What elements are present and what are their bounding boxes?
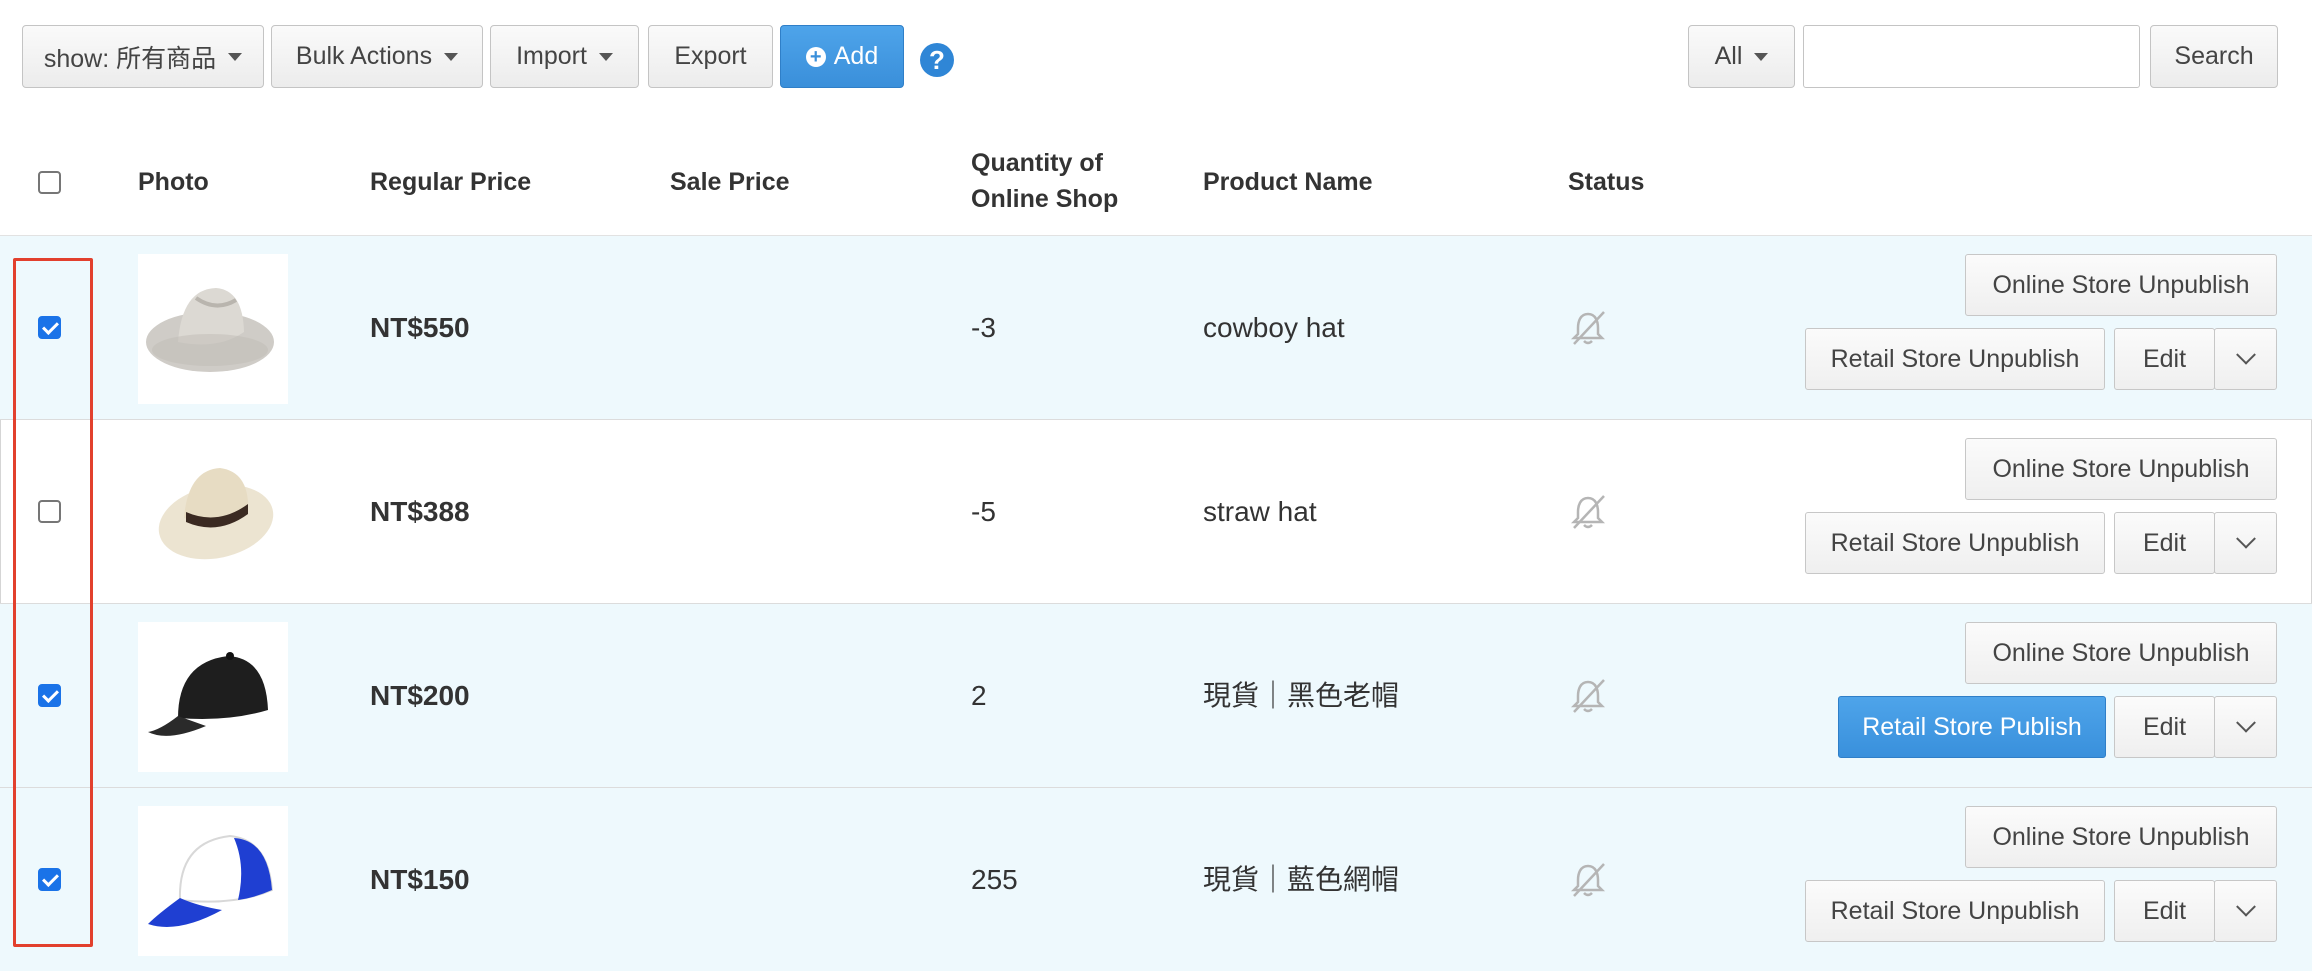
edit-button[interactable]: Edit bbox=[2114, 328, 2215, 390]
show-filter-dropdown[interactable]: show: 所有商品 bbox=[22, 25, 264, 88]
edit-button[interactable]: Edit bbox=[2114, 512, 2215, 574]
edit-options-dropdown[interactable] bbox=[2214, 696, 2277, 758]
column-quantity: Quantity of Online Shop bbox=[971, 149, 1119, 213]
edit-button[interactable]: Edit bbox=[2114, 696, 2215, 758]
product-name: straw hat bbox=[1203, 496, 1317, 527]
blue-trucker-cap-image bbox=[138, 806, 288, 956]
checkbox-selection-highlight bbox=[13, 258, 93, 947]
bell-slash-icon bbox=[1570, 679, 1606, 713]
caret-down-icon bbox=[228, 52, 243, 61]
edit-options-dropdown[interactable] bbox=[2214, 880, 2277, 942]
quantity: -3 bbox=[971, 312, 996, 343]
edit-options-dropdown[interactable] bbox=[2214, 512, 2277, 574]
table-row: NT$550 -3 cowboy hat Online Store Unpubl… bbox=[0, 236, 2312, 420]
quantity: -5 bbox=[971, 496, 996, 527]
product-name: cowboy hat bbox=[1203, 312, 1345, 343]
export-label: Export bbox=[674, 42, 747, 70]
chevron-down-icon bbox=[2235, 528, 2256, 549]
toolbar: show: 所有商品 Bulk Actions Import Export + … bbox=[0, 0, 2312, 130]
product-name: 現貨｜黑色老帽 bbox=[1203, 680, 1400, 711]
black-cap-image bbox=[138, 622, 288, 772]
caret-down-icon bbox=[444, 52, 459, 61]
search-input[interactable] bbox=[1803, 25, 2140, 88]
online-store-unpublish-button[interactable]: Online Store Unpublish bbox=[1965, 622, 2277, 684]
column-product-name: Product Name bbox=[1203, 168, 1373, 196]
column-sale-price: Sale Price bbox=[670, 168, 790, 196]
online-store-unpublish-button[interactable]: Online Store Unpublish bbox=[1965, 254, 2277, 316]
retail-store-unpublish-button[interactable]: Retail Store Unpublish bbox=[1805, 880, 2105, 942]
regular-price: NT$150 bbox=[370, 864, 470, 895]
search-scope-dropdown[interactable]: All bbox=[1688, 25, 1795, 88]
quantity: 255 bbox=[971, 864, 1018, 895]
regular-price: NT$388 bbox=[370, 496, 470, 527]
column-regular-price: Regular Price bbox=[370, 168, 532, 196]
product-name: 現貨｜藍色網帽 bbox=[1203, 864, 1400, 895]
caret-down-icon bbox=[598, 52, 613, 61]
online-store-unpublish-button[interactable]: Online Store Unpublish bbox=[1965, 806, 2277, 868]
search-button[interactable]: Search bbox=[2150, 25, 2278, 88]
add-label: Add bbox=[833, 42, 879, 70]
table-row: NT$200 2 現貨｜黑色老帽 Online Store Unpublish … bbox=[0, 604, 2312, 788]
column-photo: Photo bbox=[138, 168, 209, 196]
bell-slash-icon bbox=[1570, 495, 1606, 529]
table-row: NT$150 255 現貨｜藍色網帽 Online Store Unpublis… bbox=[0, 788, 2312, 971]
bell-slash-icon bbox=[1570, 311, 1606, 345]
bulk-actions-dropdown[interactable]: Bulk Actions bbox=[271, 25, 483, 88]
plus-circle-icon: + bbox=[805, 46, 826, 67]
select-all-checkbox[interactable] bbox=[38, 171, 61, 194]
export-button[interactable]: Export bbox=[648, 25, 773, 88]
column-status: Status bbox=[1568, 168, 1645, 196]
regular-price: NT$550 bbox=[370, 312, 470, 343]
straw-hat-image bbox=[138, 438, 288, 588]
quantity: 2 bbox=[971, 680, 987, 711]
regular-price: NT$200 bbox=[370, 680, 470, 711]
show-filter-label: show: 所有商品 bbox=[43, 44, 217, 73]
import-dropdown[interactable]: Import bbox=[490, 25, 639, 88]
caret-down-icon bbox=[1754, 52, 1769, 61]
help-icon[interactable]: ? bbox=[920, 43, 954, 77]
add-button[interactable]: + Add bbox=[780, 25, 904, 88]
retail-store-unpublish-button[interactable]: Retail Store Unpublish bbox=[1805, 512, 2105, 574]
retail-store-publish-button[interactable]: Retail Store Publish bbox=[1838, 696, 2106, 758]
chevron-down-icon bbox=[2235, 712, 2256, 733]
table-row: NT$388 -5 straw hat Online Store Unpubli… bbox=[0, 420, 2312, 604]
online-store-unpublish-button[interactable]: Online Store Unpublish bbox=[1965, 438, 2277, 500]
search-scope-label: All bbox=[1714, 42, 1743, 70]
import-label: Import bbox=[516, 42, 587, 70]
search-label: Search bbox=[2174, 42, 2254, 70]
cowboy-hat-image bbox=[138, 254, 288, 404]
bulk-actions-label: Bulk Actions bbox=[295, 42, 433, 70]
bell-slash-icon bbox=[1570, 863, 1606, 897]
table-header: Photo Regular Price Sale Price Quantity … bbox=[0, 129, 2312, 236]
chevron-down-icon bbox=[2235, 344, 2256, 365]
retail-store-unpublish-button[interactable]: Retail Store Unpublish bbox=[1805, 328, 2105, 390]
edit-options-dropdown[interactable] bbox=[2214, 328, 2277, 390]
edit-button[interactable]: Edit bbox=[2114, 880, 2215, 942]
chevron-down-icon bbox=[2235, 896, 2256, 917]
